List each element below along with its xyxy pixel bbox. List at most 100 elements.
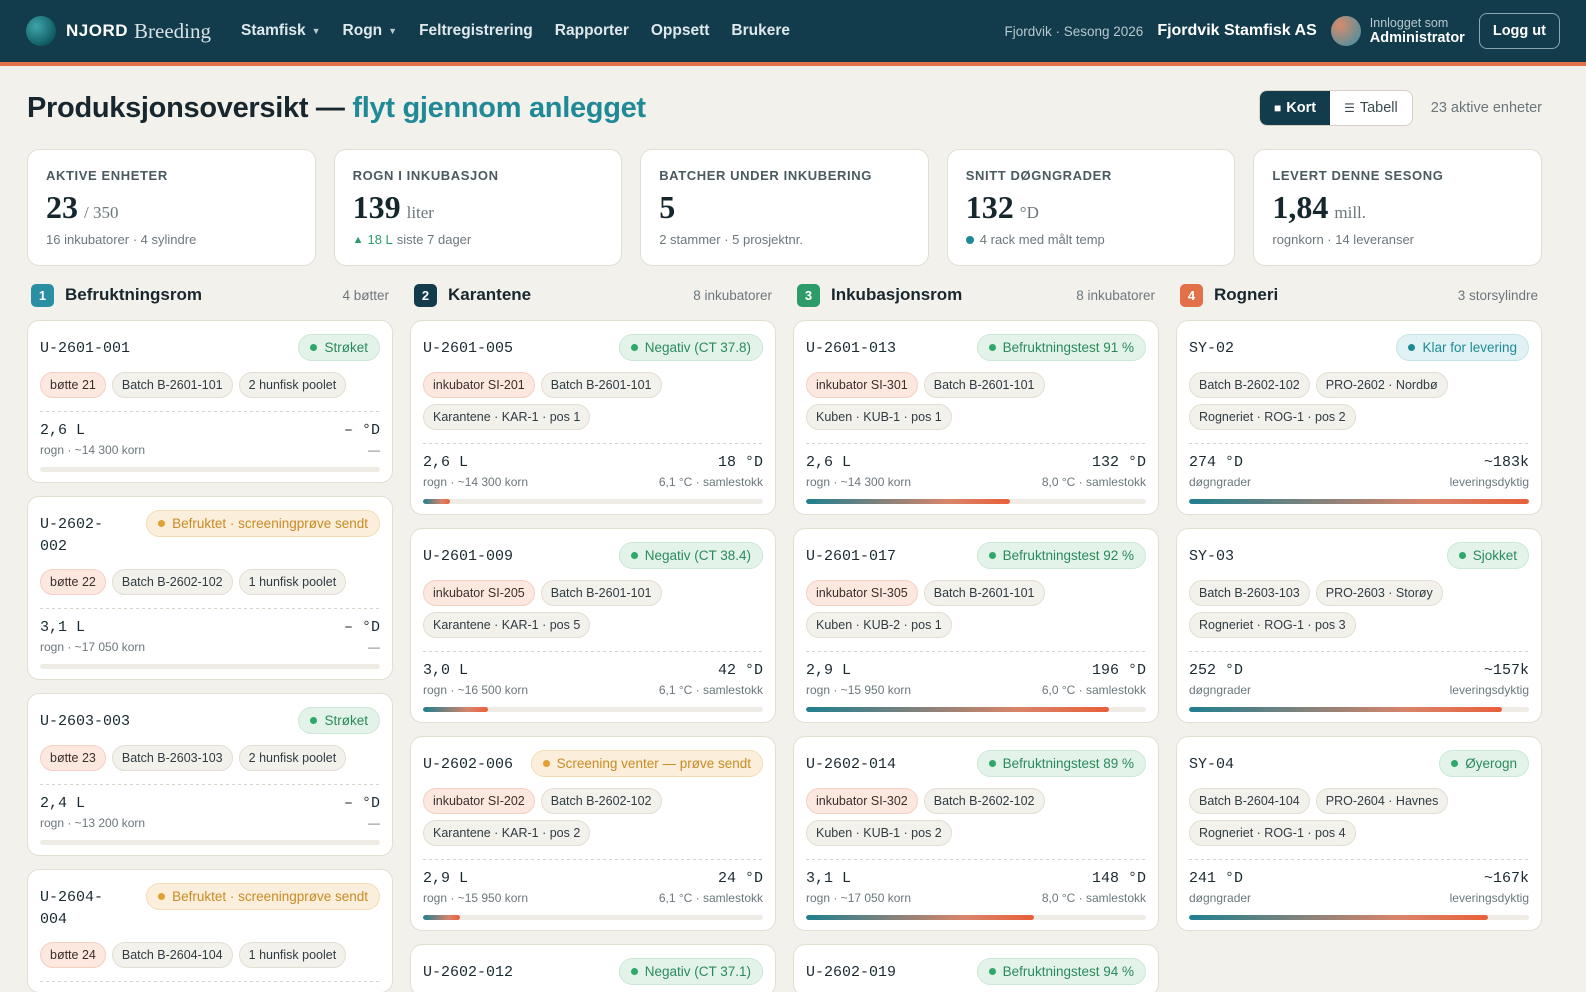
unit-card[interactable]: SY-04 Øyerogn Batch B-2604-104 PRO-2604 · H… bbox=[1176, 736, 1542, 931]
unit-card[interactable]: U-2601-017 Befruktningstest 92 % inkubator… bbox=[793, 528, 1159, 723]
tag[interactable]: Batch B-2601-101 bbox=[111, 372, 233, 398]
unit-card[interactable]: U-2603-003 Strøket bøtte 23 Batch B-2603-10… bbox=[27, 693, 393, 856]
tag[interactable]: Batch B-2601-101 bbox=[540, 580, 662, 606]
metric-volume-sub: rogn · ~16 500 korn bbox=[423, 683, 529, 697]
tag[interactable]: Rogneriet · ROG-1 · pos 2 bbox=[1189, 404, 1356, 430]
nav-oppsett[interactable]: Oppsett bbox=[651, 22, 710, 40]
unit-card[interactable]: U-2601-001 Strøket bøtte 21 Batch B-2601-10… bbox=[27, 320, 393, 483]
tag[interactable]: Karantene · KAR-1 · pos 2 bbox=[423, 820, 591, 846]
tag[interactable]: 2 hunfisk poolet bbox=[238, 745, 347, 771]
view-kort-label: Kort bbox=[1286, 100, 1317, 116]
tag[interactable]: Batch B-2601-101 bbox=[923, 580, 1045, 606]
unit-card[interactable]: SY-02 Klar for levering Batch B-2602-102 PR… bbox=[1176, 320, 1542, 515]
status-dot-icon bbox=[1408, 344, 1416, 351]
tag[interactable]: inkubator SI-201 bbox=[423, 372, 535, 398]
nav-rogn[interactable]: Rogn ▼ bbox=[343, 22, 398, 40]
tag[interactable]: 2 hunfisk poolet bbox=[238, 372, 347, 398]
tag[interactable]: 1 hunfisk poolet bbox=[238, 569, 347, 595]
tag[interactable]: Batch B-2604-104 bbox=[111, 942, 233, 968]
status-dot-icon bbox=[158, 520, 166, 527]
unit-card[interactable]: U-2601-013 Befruktningstest 91 % inkubator… bbox=[793, 320, 1159, 515]
nav-rapporter[interactable]: Rapporter bbox=[555, 22, 629, 40]
view-kort-button[interactable]: ■ Kort bbox=[1260, 91, 1331, 125]
tag-list: bøtte 24 Batch B-2604-104 1 hunfisk poolet bbox=[40, 942, 380, 968]
nav-feltregistrering[interactable]: Feltregistrering bbox=[419, 22, 533, 40]
unit-card[interactable]: U-2602-014 Befruktningstest 89 % inkubator… bbox=[793, 736, 1159, 931]
metric-degree-days: 196 °D bbox=[1091, 662, 1146, 679]
tag[interactable]: PRO-2603 · Storøy bbox=[1315, 580, 1443, 606]
tag-list: bøtte 21 Batch B-2601-101 2 hunfisk poolet bbox=[40, 372, 380, 398]
tag[interactable]: bøtte 23 bbox=[40, 745, 106, 771]
metric-volume-sub: rogn · ~13 200 korn bbox=[40, 816, 146, 830]
metric-degree-days-sub: 8,0 °C · samlestokk bbox=[1041, 475, 1146, 489]
tag[interactable]: Rogneriet · ROG-1 · pos 4 bbox=[1189, 820, 1356, 846]
tag[interactable]: bøtte 22 bbox=[40, 569, 106, 595]
nav-brukere[interactable]: Brukere bbox=[731, 22, 790, 40]
tag[interactable]: Batch B-2602-102 bbox=[923, 788, 1045, 814]
status-dot-icon bbox=[310, 717, 318, 724]
progress-fill bbox=[1189, 707, 1502, 712]
progress-bar bbox=[423, 707, 763, 712]
tag[interactable]: Batch B-2601-101 bbox=[923, 372, 1045, 398]
tag[interactable]: Batch B-2603-103 bbox=[1189, 580, 1310, 606]
avatar[interactable] bbox=[1330, 16, 1361, 46]
nav-stamfisk[interactable]: Stamfisk ▼ bbox=[241, 22, 321, 40]
header-accent-stripe bbox=[0, 62, 1586, 66]
status-badge-label: Befruktet · screeningprøve sendt bbox=[172, 516, 368, 531]
status-badge-label: Øyerogn bbox=[1465, 756, 1517, 771]
tag[interactable]: Karantene · KAR-1 · pos 1 bbox=[423, 404, 591, 430]
metrics: 3,1 L rogn · ~17 050 korn 148 °D 8,0 °C · s… bbox=[806, 870, 1146, 905]
tag[interactable]: 1 hunfisk poolet bbox=[238, 942, 347, 968]
progress-bar bbox=[806, 915, 1146, 920]
unit-id: SY-04 bbox=[1189, 756, 1235, 773]
tag[interactable]: Kuben · KUB-2 · pos 1 bbox=[806, 612, 952, 638]
metric-degree-days: – °D bbox=[343, 422, 380, 439]
stat-value: 139 bbox=[352, 189, 401, 225]
unit-card[interactable]: U-2601-009 Negativ (CT 38.4) inkubator SI-… bbox=[410, 528, 776, 723]
stat-value: 132 bbox=[965, 189, 1014, 225]
tag[interactable]: bøtte 21 bbox=[40, 372, 106, 398]
tag[interactable]: Batch B-2602-102 bbox=[111, 569, 233, 595]
tag[interactable]: Kuben · KUB-1 · pos 1 bbox=[806, 404, 952, 430]
unit-card[interactable]: U-2602-019 Befruktningstest 94 % bbox=[793, 944, 1159, 992]
tag[interactable]: Batch B-2604-104 bbox=[1189, 788, 1310, 814]
unit-card[interactable]: U-2604-004 Befruktet · screeningprøve sen… bbox=[27, 869, 393, 992]
metric-degree-days-sub: 6,0 °C · samlestokk bbox=[1041, 683, 1146, 697]
tag[interactable]: bøtte 24 bbox=[40, 942, 106, 968]
unit-card[interactable]: SY-03 Sjokket Batch B-2603-103 PRO-2603 · S… bbox=[1176, 528, 1542, 723]
column-step-badge: 2 bbox=[414, 283, 437, 307]
brand-name: NJORD bbox=[66, 21, 129, 40]
divider bbox=[1189, 443, 1529, 444]
unit-card[interactable]: U-2602-002 Befruktet · screeningprøve sen… bbox=[27, 496, 393, 680]
tag[interactable]: inkubator SI-305 bbox=[806, 580, 918, 606]
status-badge: Befruktet · screeningprøve sendt bbox=[146, 883, 380, 910]
logout-button[interactable]: Logg ut bbox=[1478, 13, 1560, 49]
view-tabell-button[interactable]: ☰ Tabell bbox=[1330, 91, 1412, 125]
nav-label: Rogn bbox=[342, 22, 383, 39]
unit-card[interactable]: U-2601-005 Negativ (CT 37.8) inkubator SI-… bbox=[410, 320, 776, 515]
tag[interactable]: Rogneriet · ROG-1 · pos 3 bbox=[1189, 612, 1356, 638]
tag[interactable]: Kuben · KUB-1 · pos 2 bbox=[806, 820, 952, 846]
tag[interactable]: inkubator SI-205 bbox=[423, 580, 535, 606]
status-badge: Strøket bbox=[298, 707, 380, 734]
column-befruktningsrom: 1 Befruktningsrom 4 bøtter U-2601-001 Strøke… bbox=[27, 282, 393, 992]
metric-volume: 2,9 L bbox=[806, 662, 852, 679]
tag[interactable]: PRO-2604 · Havnes bbox=[1315, 788, 1449, 814]
tag[interactable]: Batch B-2601-101 bbox=[540, 372, 662, 398]
tag[interactable]: Karantene · KAR-1 · pos 5 bbox=[423, 612, 591, 638]
column-title: Rogneri bbox=[1214, 285, 1279, 304]
tag[interactable]: inkubator SI-202 bbox=[423, 788, 535, 814]
stat-sub: rognkorn · 14 leveranser bbox=[1272, 232, 1415, 247]
tag[interactable]: inkubator SI-302 bbox=[806, 788, 918, 814]
brand-logo[interactable]: NJORD Breeding bbox=[26, 16, 211, 46]
tag[interactable]: Batch B-2602-102 bbox=[1189, 372, 1310, 398]
unit-card[interactable]: U-2602-012 Negativ (CT 37.1) bbox=[410, 944, 776, 992]
divider bbox=[806, 651, 1146, 652]
tag[interactable]: PRO-2602 · Nordbø bbox=[1315, 372, 1448, 398]
tag[interactable]: Batch B-2602-102 bbox=[540, 788, 662, 814]
metric-degree-days-sub: 6,1 °C · samlestokk bbox=[658, 891, 763, 905]
unit-card[interactable]: U-2602-006 Screening venter — prøve sendt… bbox=[410, 736, 776, 931]
tag[interactable]: Batch B-2603-103 bbox=[111, 745, 233, 771]
progress-bar bbox=[40, 467, 380, 472]
tag[interactable]: inkubator SI-301 bbox=[806, 372, 918, 398]
